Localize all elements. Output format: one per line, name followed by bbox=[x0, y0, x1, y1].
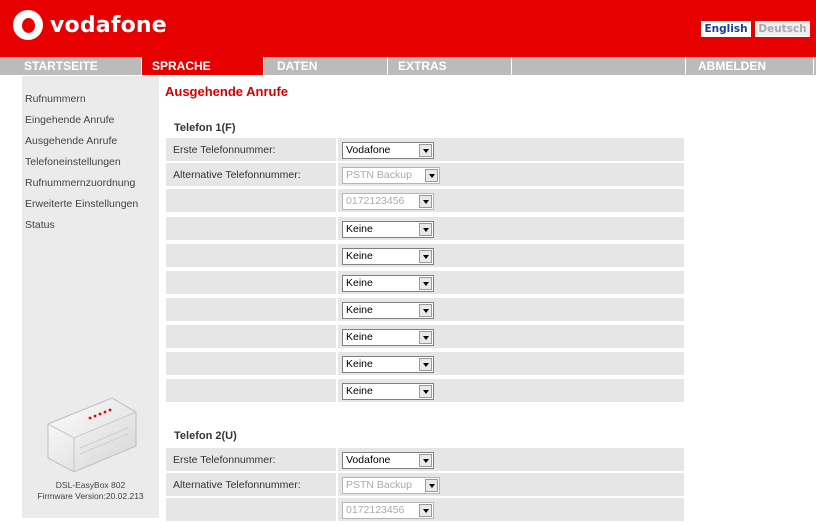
nav-empty bbox=[512, 57, 686, 75]
chevron-down-icon bbox=[419, 277, 432, 290]
form-row-extra: Keine bbox=[166, 244, 684, 269]
alt-phone-number-select[interactable]: 0172123456 bbox=[342, 193, 434, 210]
router-device-image bbox=[47, 397, 137, 473]
form-row-alt-phone-1: 0172123456 bbox=[166, 189, 684, 214]
sidebar: Rufnummern Eingehende Anrufe Ausgehende … bbox=[22, 76, 159, 518]
chevron-down-icon bbox=[419, 454, 432, 467]
nav-abmelden[interactable]: ABMELDEN bbox=[686, 57, 814, 75]
nav-sprache[interactable]: SPRACHE bbox=[142, 57, 264, 75]
vodafone-speechmark-icon bbox=[13, 10, 43, 40]
first-number-select-2[interactable]: Vodafone bbox=[342, 452, 434, 469]
form-row-alt-number-2: Alternative Telefonnummer: PSTN Backup bbox=[166, 473, 684, 498]
first-number-label: Erste Telefonnummer: bbox=[173, 144, 276, 156]
sidebar-item-rufnummern[interactable]: Rufnummern bbox=[25, 93, 86, 105]
extra-number-select-2[interactable]: Keine bbox=[342, 248, 434, 265]
sidebar-item-erweiterte-einstellungen[interactable]: Erweiterte Einstellungen bbox=[25, 198, 138, 210]
page-title: Ausgehende Anrufe bbox=[165, 84, 289, 99]
chevron-down-icon bbox=[419, 331, 432, 344]
extra-number-select-5[interactable]: Keine bbox=[342, 329, 434, 346]
chevron-down-icon bbox=[419, 250, 432, 263]
form-row-extra: Keine bbox=[166, 352, 684, 377]
form-row-extra: Keine bbox=[166, 325, 684, 350]
sidebar-item-ausgehende-anrufe[interactable]: Ausgehende Anrufe bbox=[25, 135, 117, 147]
nav-startseite[interactable]: STARTSEITE bbox=[0, 57, 142, 75]
form-row-extra: Keine bbox=[166, 298, 684, 323]
first-number-select[interactable]: Vodafone bbox=[342, 142, 434, 159]
form-row-alt-phone-2: 0172123456 bbox=[166, 498, 684, 523]
sidebar-item-eingehende-anrufe[interactable]: Eingehende Anrufe bbox=[25, 114, 114, 126]
chevron-down-icon bbox=[419, 304, 432, 317]
first-number-label: Erste Telefonnummer: bbox=[173, 454, 276, 466]
form-row-first-number-2: Erste Telefonnummer: Vodafone bbox=[166, 448, 684, 473]
device-name: DSL-EasyBox 802 bbox=[55, 480, 126, 490]
vodafone-logo[interactable]: vodafone bbox=[13, 10, 167, 40]
alt-number-label: Alternative Telefonnummer: bbox=[173, 169, 301, 181]
chevron-down-icon bbox=[419, 385, 432, 398]
firmware-version: Firmware Version:20.02.213 bbox=[37, 491, 144, 501]
form-row-extra: Keine bbox=[166, 379, 684, 404]
section-telefon-2: Telefon 2(U) bbox=[174, 430, 237, 442]
nav-extras[interactable]: EXTRAS bbox=[388, 57, 512, 75]
alt-number-select[interactable]: PSTN Backup bbox=[342, 167, 440, 184]
chevron-down-icon bbox=[419, 195, 432, 208]
chevron-down-icon bbox=[419, 504, 432, 517]
chevron-down-icon bbox=[419, 144, 432, 157]
alt-number-label: Alternative Telefonnummer: bbox=[173, 479, 301, 491]
extra-number-select-1[interactable]: Keine bbox=[342, 221, 434, 238]
nav-daten[interactable]: DATEN bbox=[264, 57, 388, 75]
section-telefon-1: Telefon 1(F) bbox=[174, 122, 236, 134]
sidebar-item-status[interactable]: Status bbox=[25, 219, 55, 231]
alt-number-select-2[interactable]: PSTN Backup bbox=[342, 477, 440, 494]
header-bar: vodafone English Deutsch bbox=[0, 0, 816, 57]
form-row-alt-number-1: Alternative Telefonnummer: PSTN Backup bbox=[166, 163, 684, 188]
extra-number-select-6[interactable]: Keine bbox=[342, 356, 434, 373]
chevron-down-icon bbox=[419, 358, 432, 371]
extra-number-select-7[interactable]: Keine bbox=[342, 383, 434, 400]
brand-name: vodafone bbox=[50, 12, 167, 38]
form-row-extra: Keine bbox=[166, 217, 684, 242]
form-row-first-number-1: Erste Telefonnummer: Vodafone bbox=[166, 138, 684, 163]
deutsch-button[interactable]: Deutsch bbox=[755, 21, 810, 37]
sidebar-item-telefoneinstellungen[interactable]: Telefoneinstellungen bbox=[25, 156, 121, 168]
extra-number-select-3[interactable]: Keine bbox=[342, 275, 434, 292]
extra-number-select-4[interactable]: Keine bbox=[342, 302, 434, 319]
form-row-extra: Keine bbox=[166, 271, 684, 296]
sidebar-item-rufnummernzuordnung[interactable]: Rufnummernzuordnung bbox=[25, 177, 135, 189]
chevron-down-icon bbox=[425, 169, 438, 182]
alt-phone-number-select-2[interactable]: 0172123456 bbox=[342, 502, 434, 519]
chevron-down-icon bbox=[419, 223, 432, 236]
english-button[interactable]: English bbox=[701, 21, 751, 37]
chevron-down-icon bbox=[425, 479, 438, 492]
main-nav: STARTSEITE SPRACHE DATEN EXTRAS ABMELDEN bbox=[0, 57, 816, 75]
